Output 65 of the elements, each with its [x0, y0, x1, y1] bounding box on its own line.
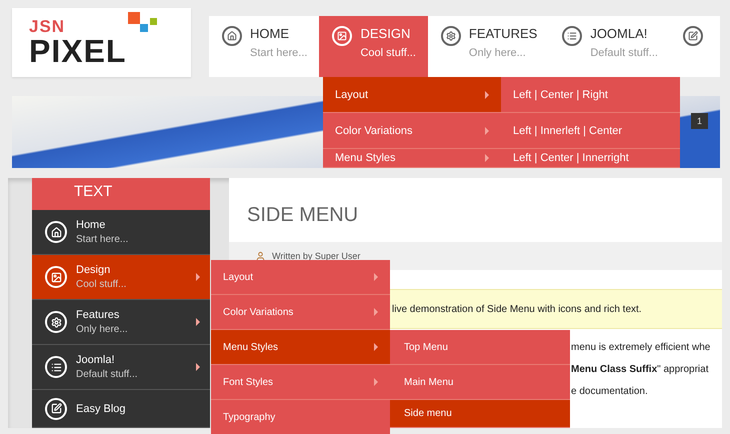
nav-label: JOOMLA!	[590, 26, 648, 41]
side-menu-subtitle: Only here...	[76, 324, 129, 335]
submenu-item[interactable]: Left | Innerleft | Center	[501, 113, 680, 149]
caret-icon	[485, 154, 489, 162]
side-menu-label: Home	[76, 219, 106, 231]
submenu-item[interactable]: Left | Center | Right	[501, 77, 680, 113]
side-menu-label: Features	[76, 309, 120, 321]
logo[interactable]: JSN PIXEL	[12, 8, 191, 77]
side-submenu-item[interactable]: Menu Styles	[211, 330, 390, 365]
logo-text: PIXEL	[29, 35, 126, 67]
nav-subtitle: Start here...	[250, 47, 308, 59]
side-menu-label: Design	[76, 264, 112, 276]
side-menu-subtitle: Cool stuff...	[76, 279, 128, 290]
picture-icon	[45, 266, 67, 288]
home-icon	[222, 26, 242, 46]
nav-subtitle: Only here...	[468, 47, 527, 59]
nav-subtitle: Default stuff...	[590, 47, 658, 59]
dropdown-item[interactable]: Layout	[323, 77, 501, 113]
side-submenu-item[interactable]: Color Variations	[211, 295, 390, 330]
article-title: SIDE MENU	[246, 203, 360, 228]
nav-label: FEATURES	[468, 26, 538, 41]
caret-icon	[374, 378, 378, 386]
side-menu-label: Joomla!	[76, 354, 116, 366]
side-menu-title: TEXT	[32, 178, 210, 210]
user-icon	[255, 250, 266, 262]
dropdown-item[interactable]: Color Variations	[323, 113, 501, 149]
nav-label: HOME	[250, 26, 290, 41]
picture-icon	[332, 26, 352, 46]
side-submenu-item[interactable]: Font Styles	[211, 365, 390, 400]
caret-icon	[374, 273, 378, 281]
sidebar-nav-entry[interactable]: Design Cool stuff...	[32, 255, 210, 300]
side-submenu-item[interactable]: Top Menu	[390, 330, 570, 365]
paragraph-text: menu is extremely efficient whe	[571, 342, 712, 353]
nav-item[interactable]: JOOMLA! Default stuff...	[549, 16, 670, 77]
side-submenu-item[interactable]: Layout	[211, 260, 390, 295]
caret-icon	[374, 308, 378, 316]
nav-item[interactable]: DESIGN Cool stuff...	[319, 16, 428, 77]
side-menu-subtitle: Start here...	[76, 234, 130, 245]
nav-subtitle: Cool stuff...	[360, 47, 416, 59]
side-submenu-item[interactable]: Side menu	[390, 400, 570, 428]
gear-icon	[440, 26, 461, 46]
nav-label: DESIGN	[360, 26, 412, 41]
edit-icon	[682, 26, 703, 46]
logo-text: JSN	[29, 18, 66, 35]
edit-icon	[45, 398, 67, 420]
slide-number[interactable]: 1	[690, 113, 708, 129]
side-menu-subtitle: Default stuff...	[76, 369, 139, 380]
paragraph-text: Menu Class Suffix" appropriat	[571, 364, 710, 375]
gear-icon	[45, 311, 67, 333]
list-icon	[562, 26, 582, 46]
note-text: live demonstration of Side Menu with icons and rich text.	[392, 304, 642, 314]
paragraph-text: e documentation.	[571, 386, 649, 397]
submenu-item[interactable]: Left | Center | Innerright	[501, 149, 680, 168]
list-icon	[45, 356, 67, 378]
nav-item[interactable]: FEATURES Only here...	[428, 16, 550, 77]
author-text: Written by Super User	[272, 251, 360, 261]
side-submenu-item[interactable]: Typography	[211, 400, 390, 434]
side-submenu-item[interactable]: Main Menu	[390, 365, 570, 400]
caret-icon	[374, 343, 378, 351]
side-menu-label: Easy Blog	[76, 402, 127, 414]
dropdown-item[interactable]: Menu Styles	[323, 149, 501, 168]
home-icon	[45, 221, 67, 243]
caret-icon	[485, 126, 489, 134]
caret-icon	[485, 90, 489, 98]
nav-item[interactable]: HOME Start here...	[209, 16, 320, 77]
